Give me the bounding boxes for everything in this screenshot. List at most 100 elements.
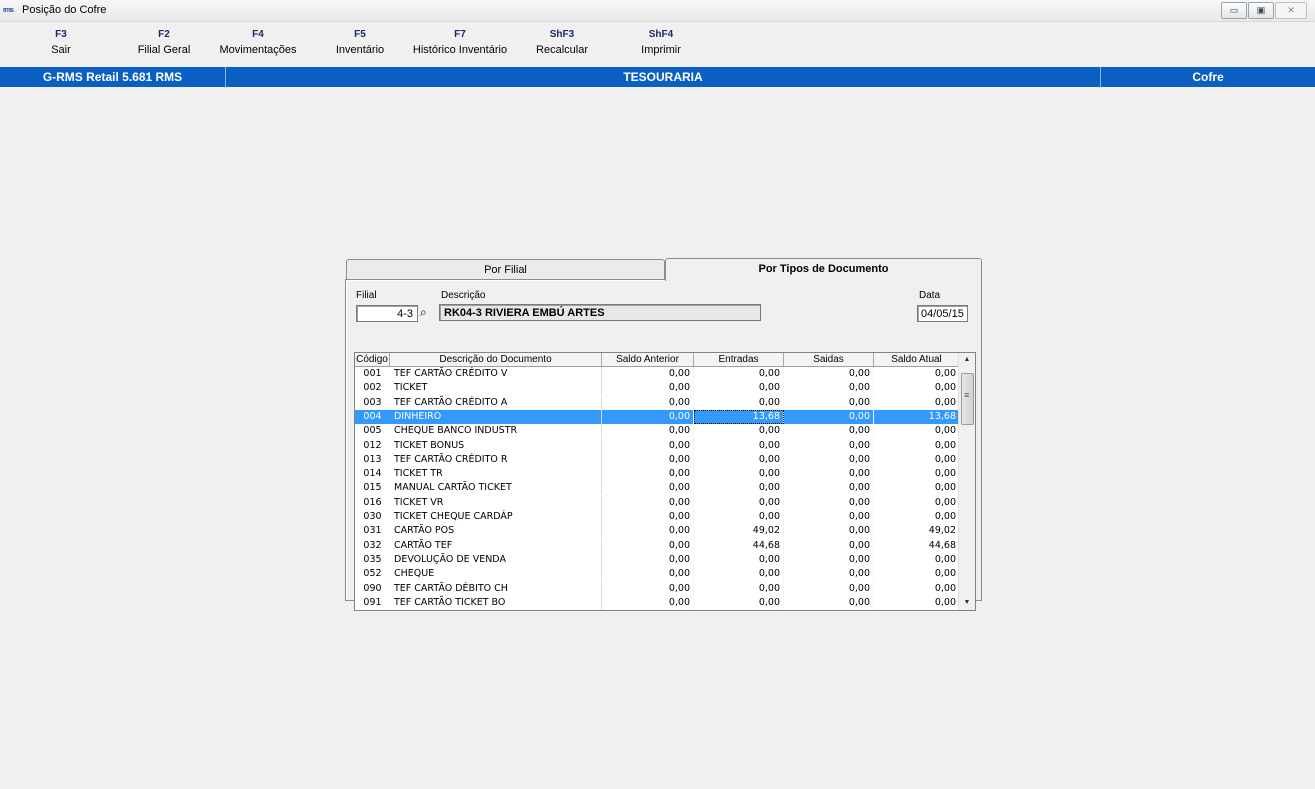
cell-descricao: CARTÃO TEF xyxy=(390,538,602,553)
documentos-table: Código Descrição do Documento Saldo Ante… xyxy=(354,352,976,611)
cell-saldo-atual: 0,00 xyxy=(874,581,960,596)
cell-entradas: 0,00 xyxy=(694,581,784,596)
table-row[interactable]: 002 TICKET 0,00 0,00 0,00 0,00 xyxy=(355,381,960,396)
cell-saldo-atual: 0,00 xyxy=(874,495,960,510)
cell-saidas: 0,00 xyxy=(784,552,874,567)
restore-icon[interactable]: ▣ xyxy=(1248,2,1274,19)
cell-saldo-atual: 0,00 xyxy=(874,595,960,610)
cell-descricao: TEF CARTÃO CRÉDITO V xyxy=(390,367,602,381)
cell-entradas: 0,00 xyxy=(694,367,784,381)
cell-saldo-atual: 0,00 xyxy=(874,552,960,567)
table-row[interactable]: 090 TEF CARTÃO DÉBITO CH 0,00 0,00 0,00 0,00 xyxy=(355,581,960,596)
column-header-saldo-atual[interactable]: Saldo Atual xyxy=(874,353,960,366)
table-row[interactable]: 030 TICKET CHEQUE CARDÁP 0,00 0,00 0,00 0,00 xyxy=(355,510,960,524)
cell-saidas: 0,00 xyxy=(784,438,874,453)
table-row[interactable]: 016 TICKET VR 0,00 0,00 0,00 0,00 xyxy=(355,495,960,510)
table-row[interactable]: 032 CARTÃO TEF 0,00 44,68 0,00 44,68 xyxy=(355,538,960,553)
scroll-up-icon[interactable]: ▲ xyxy=(959,353,975,367)
fkey-label: Filial Geral xyxy=(137,44,191,56)
fkey-key: F2 xyxy=(158,29,170,40)
cell-saldo-anterior: 0,00 xyxy=(602,567,694,582)
cell-descricao: MANUAL CARTÃO TICKET xyxy=(390,481,602,496)
cell-saidas: 0,00 xyxy=(784,424,874,439)
scroll-down-icon[interactable]: ▼ xyxy=(959,596,975,610)
cell-codigo: 003 xyxy=(363,396,382,408)
grip-icon: ≡ xyxy=(964,390,970,400)
cell-saidas: 0,00 xyxy=(784,595,874,610)
filial-input[interactable]: 4-3 xyxy=(356,305,418,322)
table-row[interactable]: 003 TEF CARTÃO CRÉDITO A 0,00 0,00 0,00 0,00 xyxy=(355,395,960,410)
fkey-key: F3 xyxy=(55,29,67,40)
cell-saidas: 0,00 xyxy=(784,481,874,496)
column-header-entradas[interactable]: Entradas xyxy=(694,353,784,366)
table-header: Código Descrição do Documento Saldo Ante… xyxy=(355,353,960,367)
cell-saldo-atual: 0,00 xyxy=(874,381,960,396)
cell-entradas: 0,00 xyxy=(694,552,784,567)
fkey-imprimir-button[interactable]: ShF4 Imprimir xyxy=(630,29,692,57)
cell-saldo-atual: 49,02 xyxy=(874,524,960,539)
table-row[interactable]: 015 MANUAL CARTÃO TICKET 0,00 0,00 0,00 0,00 xyxy=(355,481,960,496)
cell-codigo: 031 xyxy=(363,525,382,537)
column-header-saldo-anterior[interactable]: Saldo Anterior xyxy=(602,353,694,366)
table-row[interactable]: 031 CARTÃO POS 0,00 49,02 0,00 49,02 xyxy=(355,524,960,539)
cell-descricao: DINHEIRO xyxy=(390,409,602,424)
cell-saldo-anterior: 0,00 xyxy=(602,552,694,567)
cell-saldo-atual: 0,00 xyxy=(874,424,960,439)
fkey-historico-inventario-button[interactable]: F7 Histórico Inventário xyxy=(405,29,515,57)
cell-entradas: 0,00 xyxy=(694,510,784,524)
data-input[interactable]: 04/05/15 xyxy=(917,305,968,322)
cell-saidas: 0,00 xyxy=(784,538,874,553)
fkey-movimentacoes-button[interactable]: F4 Movimentações xyxy=(213,29,303,57)
cell-descricao: TEF CARTÃO CRÉDITO R xyxy=(390,452,602,467)
table-row[interactable]: 004 DINHEIRO 0,00 13,68 0,00 13,68 xyxy=(355,409,960,424)
window-controls: ▭ ▣ ✕ xyxy=(1220,2,1307,19)
cell-codigo: 035 xyxy=(363,553,382,565)
binoculars-search-icon[interactable]: ⌕ xyxy=(420,305,427,320)
fkey-recalcular-button[interactable]: ShF3 Recalcular xyxy=(527,29,597,57)
table-row[interactable]: 013 TEF CARTÃO CRÉDITO R 0,00 0,00 0,00 0,00 xyxy=(355,452,960,467)
cell-descricao: TEF CARTÃO DÉBITO CH xyxy=(390,581,602,596)
table-row[interactable]: 014 TICKET TR 0,00 0,00 0,00 0,00 xyxy=(355,467,960,482)
fkey-inventario-button[interactable]: F5 Inventário xyxy=(330,29,390,57)
scroll-thumb[interactable]: ≡ xyxy=(961,373,974,425)
fkey-label: Movimentações xyxy=(219,44,297,56)
column-header-descricao[interactable]: Descrição do Documento xyxy=(390,353,602,366)
cell-saidas: 0,00 xyxy=(784,495,874,510)
fkey-label: Recalcular xyxy=(536,44,588,56)
fkey-filial-geral-button[interactable]: F2 Filial Geral xyxy=(126,29,202,57)
table-row[interactable]: 005 CHEQUE BANCO INDUSTR 0,00 0,00 0,00 0,00 xyxy=(355,424,960,439)
cell-saldo-atual: 0,00 xyxy=(874,481,960,496)
cell-saldo-anterior: 0,00 xyxy=(602,524,694,539)
cell-descricao: TEF CARTÃO TICKET BO xyxy=(390,595,602,610)
descricao-label: Descrição xyxy=(441,290,486,301)
cell-entradas: 0,00 xyxy=(694,438,784,453)
descricao-field: RK04-3 RIVIERA EMBÚ ARTES xyxy=(439,304,761,321)
table-row[interactable]: 035 DEVOLUÇÃO DE VENDA 0,00 0,00 0,00 0,00 xyxy=(355,552,960,567)
cell-codigo: 015 xyxy=(363,482,382,494)
cell-saldo-anterior: 0,00 xyxy=(602,424,694,439)
column-header-codigo[interactable]: Código xyxy=(355,353,390,366)
cell-saldo-atual: 0,00 xyxy=(874,438,960,453)
cell-codigo: 013 xyxy=(363,453,382,465)
cell-saidas: 0,00 xyxy=(784,381,874,396)
table-row[interactable]: 052 CHEQUE 0,00 0,00 0,00 0,00 xyxy=(355,567,960,582)
cell-saidas: 0,00 xyxy=(784,367,874,381)
tab-por-tipos-documento[interactable]: Por Tipos de Documento xyxy=(665,258,982,281)
table-scrollbar[interactable]: ▲ ≡ ▼ xyxy=(958,353,975,610)
cell-descricao: CHEQUE xyxy=(390,567,602,582)
column-header-saidas[interactable]: Saidas xyxy=(784,353,874,366)
tab-por-filial[interactable]: Por Filial xyxy=(346,259,665,280)
cell-entradas: 0,00 xyxy=(694,381,784,396)
cell-entradas: 0,00 xyxy=(694,467,784,482)
fkey-sair-button[interactable]: F3 Sair xyxy=(46,29,76,57)
cell-saldo-anterior: 0,00 xyxy=(602,367,694,381)
close-icon[interactable]: ✕ xyxy=(1275,2,1307,19)
cell-entradas: 0,00 xyxy=(694,481,784,496)
table-row[interactable]: 091 TEF CARTÃO TICKET BO 0,00 0,00 0,00 0,00 xyxy=(355,595,960,610)
filial-label: Filial xyxy=(356,290,377,301)
cell-codigo: 032 xyxy=(363,539,382,551)
table-row[interactable]: 001 TEF CARTÃO CRÉDITO V 0,00 0,00 0,00 0,00 xyxy=(355,367,960,381)
table-row[interactable]: 012 TICKET BONUS 0,00 0,00 0,00 0,00 xyxy=(355,438,960,453)
minimize-icon[interactable]: ▭ xyxy=(1221,2,1247,19)
fkey-label: Histórico Inventário xyxy=(412,44,508,56)
